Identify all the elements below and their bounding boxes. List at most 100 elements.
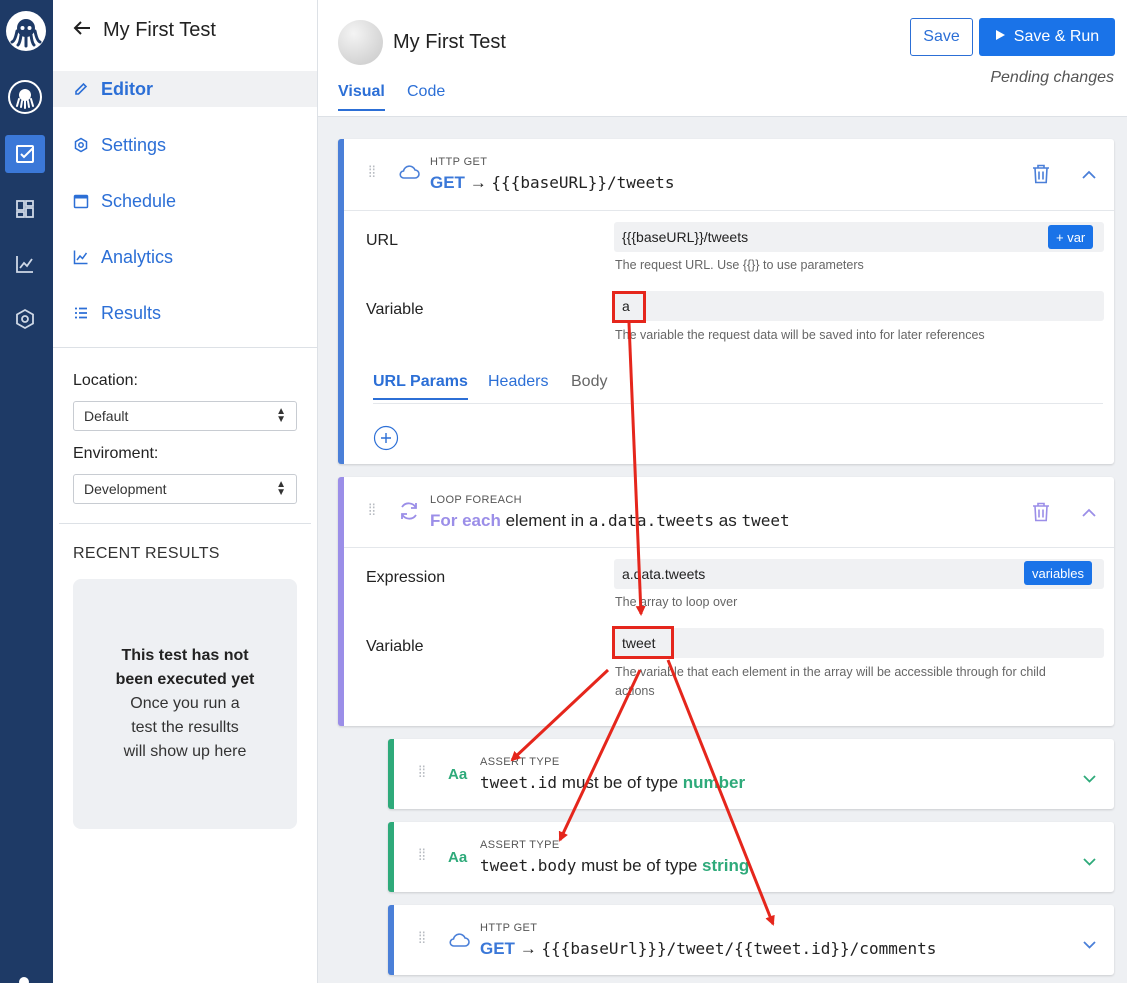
settings-hex-icon[interactable] [5,300,45,338]
pending-status: Pending changes [990,69,1114,86]
sidebar-title: My First Test [103,19,216,41]
tab-visual[interactable]: Visual [338,83,385,111]
empty-heading-line1: This test has not [121,647,249,664]
nav-editor[interactable]: Editor [53,71,317,107]
icon-rail [0,0,53,983]
add-var-button[interactable]: + var [1048,225,1094,249]
assert-kind: string [702,856,750,875]
octopus-logo-icon[interactable] [6,11,46,51]
nav-results-label: Results [101,302,162,323]
nav-results[interactable]: Results [53,295,317,331]
loop-refresh-icon [398,500,420,527]
card-title: tweet.id must be of type number [480,773,745,793]
cloud-icon [398,164,420,185]
nav-settings[interactable]: Settings [53,127,317,163]
for-each-keyword: For each [430,511,501,530]
back-arrow-icon[interactable] [73,20,91,41]
nav-analytics[interactable]: Analytics [53,239,317,275]
play-icon [995,28,1006,46]
chevron-down-icon[interactable] [1083,853,1096,871]
trash-icon[interactable] [1032,502,1050,527]
as-text: as [718,511,737,530]
dashboard-icon[interactable] [5,190,45,228]
card-title: For each element in a.data.tweets as twe… [430,511,790,531]
loop-alias: tweet [741,511,790,530]
test-avatar [338,20,383,65]
nav-schedule[interactable]: Schedule [53,183,317,219]
octopus-avatar-icon[interactable] [5,78,45,116]
empty-text-line2: test the resullts [131,719,239,736]
arrow-glyph: → [519,939,537,958]
location-select[interactable]: Default ▲ ▼ [73,401,297,431]
loop-expression: a.data.tweets [588,511,714,530]
type-aa-icon: Aa [448,849,468,866]
drag-handle-icon[interactable]: ⁞⁞ [368,165,378,181]
sidebar-divider [59,523,311,524]
user-dot-icon[interactable] [19,977,29,983]
card-title: GET → {{{baseUrl}}}/tweet/{{tweet.id}}/c… [480,939,936,959]
request-url: {{{baseURL}}/tweets [491,173,675,192]
drag-handle-icon[interactable]: ⁞⁞ [418,848,428,864]
subtab-divider [373,403,1103,404]
test-sidebar: My First Test Editor Settings Schedule A… [53,0,318,983]
card-title: GET → {{{baseURL}}/tweets [430,173,674,193]
assert-type-card: ⁞⁞ Aa ASSERT TYPE tweet.body must be of … [388,822,1114,892]
page-title: My First Test [393,31,506,53]
card-type-label: HTTP GET [480,922,538,934]
select-arrows-icon: ▲ ▼ [276,406,286,425]
variable-help-line1: The variable that each element in the ar… [615,665,1046,679]
add-param-icon[interactable] [373,425,399,456]
editor-header: My First Test Visual Code Save Save & Ru… [318,0,1127,117]
chevron-up-icon[interactable] [1082,167,1096,185]
tab-headers[interactable]: Headers [488,373,548,391]
check-square-icon[interactable] [5,135,45,173]
environment-select-value: Development [84,481,167,497]
card-divider [344,210,1114,211]
chevron-down-icon[interactable] [1083,770,1096,788]
recent-results-title: RECENT RESULTS [73,545,220,562]
variable-help: The variable that each element in the ar… [615,663,1046,701]
assert-kind: number [682,773,746,792]
variable-input[interactable]: a [614,291,1104,321]
assert-middle: must be of type [561,773,679,792]
card-divider [344,547,1114,548]
chart-line-icon[interactable] [5,245,45,283]
card-type-label: HTTP GET [430,156,488,168]
arrow-glyph: → [469,173,487,192]
variable-help: The variable the request data will be sa… [615,328,985,342]
save-run-label: Save & Run [1013,28,1100,45]
nav-analytics-label: Analytics [101,246,174,267]
nav-schedule-label: Schedule [101,190,177,211]
chart-icon [73,250,88,265]
tab-code[interactable]: Code [407,83,445,109]
cloud-icon [448,932,470,953]
sidebar-divider [53,347,317,348]
tab-url-params[interactable]: URL Params [373,373,468,400]
variable-input[interactable]: tweet [614,628,1104,658]
calendar-icon [73,194,89,209]
chevron-up-icon[interactable] [1082,505,1096,523]
location-label: Location: [73,372,138,389]
save-button[interactable]: Save [910,18,973,56]
drag-handle-icon[interactable]: ⁞⁞ [418,765,428,781]
card-type-label: LOOP FOREACH [430,494,523,506]
variable-label: Variable [366,638,424,655]
assert-middle: must be of type [581,856,698,875]
drag-handle-icon[interactable]: ⁞⁞ [368,503,378,519]
empty-text-line3: will show up here [123,743,247,760]
assert-type-card: ⁞⁞ Aa ASSERT TYPE tweet.id must be of ty… [388,739,1114,809]
drag-handle-icon[interactable]: ⁞⁞ [418,931,428,947]
chevron-down-icon[interactable] [1083,936,1096,954]
pencil-icon [75,82,88,95]
empty-text-line1: Once you run a [130,695,240,712]
variables-button[interactable]: variables [1024,561,1093,585]
tab-body[interactable]: Body [571,373,607,391]
http-get-card: ⁞⁞ HTTP GET GET → {{{baseUrl}}}/tweet/{{… [388,905,1114,975]
url-input[interactable]: {{{baseURL}}/tweets [614,222,1104,252]
trash-icon[interactable] [1032,164,1050,189]
save-run-button[interactable]: Save & Run [979,18,1115,56]
card-type-label: ASSERT TYPE [480,839,560,851]
gear-icon [74,137,88,153]
url-help: The request URL. Use {{}} to use paramet… [615,258,864,272]
environment-select[interactable]: Development ▲ ▼ [73,474,297,504]
